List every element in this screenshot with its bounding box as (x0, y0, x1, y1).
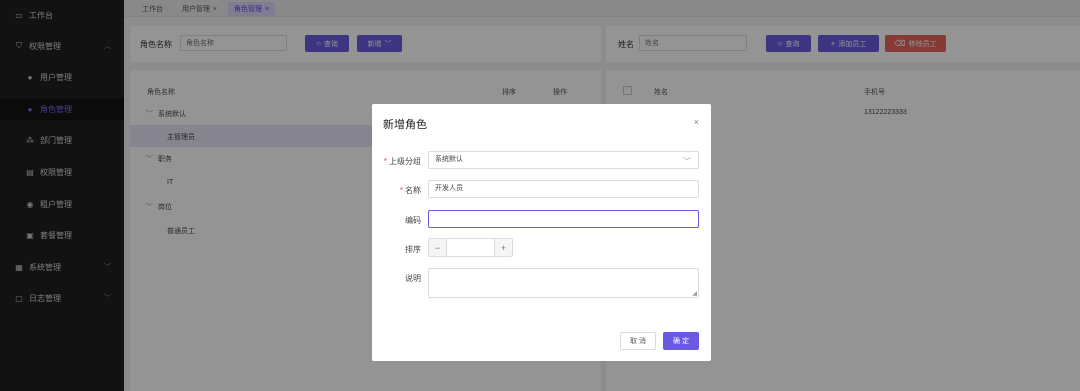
code-field-label: 编码 (405, 216, 421, 225)
plus-icon[interactable]: + (494, 239, 512, 256)
chevron-down-icon: ﹀ (683, 157, 691, 166)
parent-group-label: * 上级分组 (384, 156, 421, 167)
resize-grip-icon[interactable]: ◢ (692, 290, 697, 297)
sort-stepper[interactable]: − + (428, 238, 513, 257)
modal-mask-sidebar[interactable] (0, 0, 124, 391)
add-role-dialog: 新增角色 × * 上级分组 系统默认 ﹀ * 名称 开发人员 编码 排序 − + 说… (372, 104, 711, 361)
parent-group-value: 系统默认 (435, 156, 463, 163)
required-mark: * (383, 157, 387, 166)
name-field-label: * 名称 (400, 185, 421, 196)
minus-icon[interactable]: − (429, 239, 447, 256)
name-field-label-text: 名称 (405, 186, 421, 195)
confirm-button[interactable]: 确 定 (663, 332, 699, 350)
dialog-title: 新增角色 (383, 119, 427, 131)
parent-group-select[interactable]: 系统默认 ﹀ (428, 151, 699, 169)
description-textarea[interactable]: ◢ (428, 268, 699, 298)
role-code-field[interactable] (428, 210, 699, 228)
close-icon[interactable]: × (694, 117, 699, 127)
description-field-label: 说明 (405, 274, 421, 283)
sort-field-label: 排序 (405, 245, 421, 254)
parent-group-label-text: 上级分组 (389, 157, 421, 166)
role-name-field[interactable]: 开发人员 (428, 180, 699, 198)
required-mark: * (399, 186, 403, 195)
role-name-value: 开发人员 (435, 185, 463, 192)
cancel-button[interactable]: 取 消 (620, 332, 656, 350)
